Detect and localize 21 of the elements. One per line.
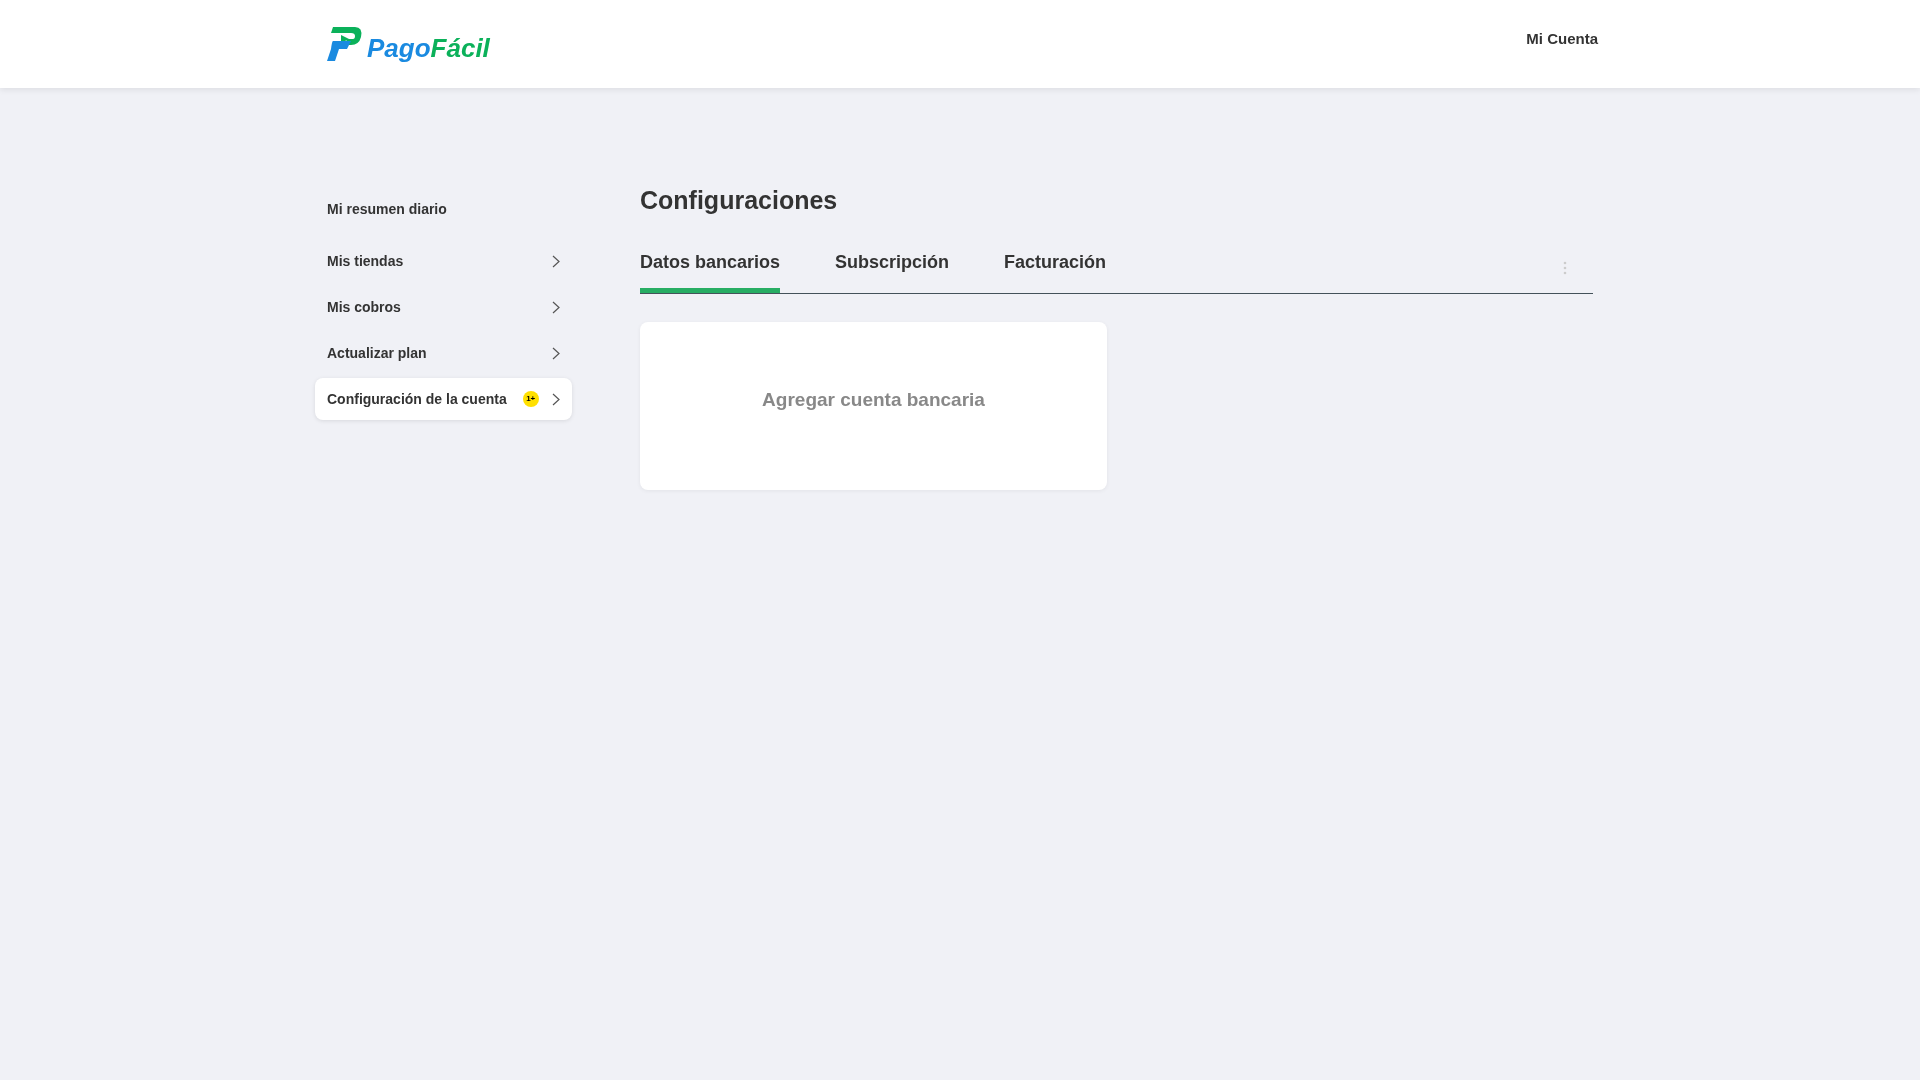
sidebar-item-label: Mis cobros [327, 297, 401, 317]
sidebar-item-label: Mi resumen diario [327, 199, 447, 219]
more-options-icon[interactable] [1563, 261, 1567, 275]
sidebar-item-label: Mis tiendas [327, 251, 404, 271]
tab[interactable]: Datos bancarios [640, 249, 781, 293]
notification-badge: 1+ [522, 391, 539, 407]
sidebar-item[interactable]: Mi resumen diario [315, 188, 572, 230]
page-title: Configuraciones [640, 188, 839, 213]
sidebar-item[interactable]: Configuración de la cuenta 1+ [315, 378, 572, 420]
sidebar-item[interactable]: Mis tiendas [315, 240, 572, 282]
sidebar-item[interactable]: Actualizar plan [315, 332, 572, 374]
tab[interactable]: Facturación [1004, 249, 1107, 293]
account-link[interactable]: Mi Cuenta [1526, 27, 1598, 51]
sidebar-item[interactable]: Mis cobros [315, 286, 572, 328]
logo-text: PagoFácil [367, 35, 490, 61]
add-bank-account-label: Agregar cuenta bancaria [762, 387, 985, 412]
tab[interactable]: Subscripción [835, 249, 950, 293]
sidebar-item-label: Actualizar plan [327, 343, 427, 363]
logo-arrow-icon [327, 27, 363, 61]
bank-account-card[interactable]: Agregar cuenta bancaria [640, 322, 1107, 490]
sidebar-item-label: Configuración de la cuenta [327, 389, 507, 409]
